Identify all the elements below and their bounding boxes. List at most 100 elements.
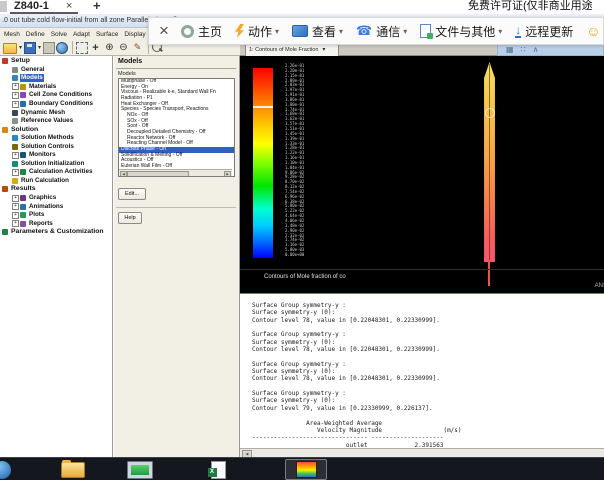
scroll-thumb[interactable] bbox=[127, 171, 189, 177]
tree-expand-icon[interactable] bbox=[12, 152, 19, 159]
console-hscrollbar[interactable]: ◀ bbox=[240, 448, 604, 457]
tree-item-solution-methods[interactable]: Solution Methods bbox=[0, 134, 112, 143]
tree-expand-icon[interactable] bbox=[12, 195, 19, 202]
zoom-in-icon[interactable] bbox=[103, 41, 116, 54]
save-icon[interactable] bbox=[24, 42, 36, 54]
tree-item-graphics[interactable]: Graphics bbox=[0, 194, 112, 203]
plot-caption: Contours of Mole fraction of co bbox=[264, 274, 346, 280]
toolbar-collapse-strip[interactable]: ▦ ∷ ∧ bbox=[497, 44, 604, 56]
remote-close-icon[interactable]: × bbox=[159, 18, 169, 44]
tree-item-label: Run Calculation bbox=[20, 177, 70, 185]
listbox-hscrollbar[interactable]: ◀▶ bbox=[119, 169, 232, 176]
grid-icon[interactable]: ▦ bbox=[506, 45, 514, 55]
new-tab-button[interactable]: + bbox=[93, 0, 101, 13]
tree-item-dynamic-mesh[interactable]: Dynamic Mesh bbox=[0, 108, 112, 117]
start-orb-icon bbox=[0, 461, 11, 479]
tree-item-general[interactable]: General bbox=[0, 66, 112, 75]
tree-item-boundary-conditions[interactable]: Boundary Conditions bbox=[0, 100, 112, 109]
menu-mesh[interactable]: Mesh bbox=[4, 31, 20, 38]
taskbar-remote-viewer-button[interactable] bbox=[116, 459, 164, 480]
probe-icon[interactable] bbox=[131, 41, 144, 54]
tree-expand-icon[interactable] bbox=[12, 92, 19, 99]
tree-item-materials[interactable]: Materials bbox=[0, 83, 112, 92]
graphics-canvas[interactable]: 2.26e-012.20e-012.15e-012.09e-012.03e-01… bbox=[240, 56, 604, 293]
tree-item-parameters-customization[interactable]: Parameters & Customization bbox=[0, 228, 112, 237]
tree-expand-icon[interactable] bbox=[12, 83, 19, 90]
tree-item-results[interactable]: Results bbox=[0, 185, 112, 194]
tree-item-models[interactable]: Models bbox=[0, 74, 112, 83]
tree-item-label: Parameters & Customization bbox=[10, 228, 105, 236]
taskbar-fluent-button[interactable] bbox=[285, 459, 327, 480]
tree-item-calculation-activities[interactable]: Calculation Activities bbox=[0, 168, 112, 177]
scroll-left-arrow-icon[interactable]: ◀ bbox=[120, 171, 127, 177]
menu-define[interactable]: Define bbox=[26, 31, 45, 38]
taskbar-excel-button[interactable]: X bbox=[198, 459, 238, 480]
scroll-left-arrow-icon[interactable]: ◀ bbox=[242, 450, 252, 457]
smiley-icon: ☺ bbox=[586, 23, 600, 39]
remote-toolbar-home[interactable]: 主页 bbox=[181, 23, 222, 40]
menu-adapt[interactable]: Adapt bbox=[73, 31, 90, 38]
remote-toolbar-communication[interactable]: ☎通信▾ bbox=[356, 23, 407, 40]
tree-item-label: Reports bbox=[28, 220, 54, 228]
monitor-icon bbox=[127, 461, 153, 479]
tree-item-label: Solution bbox=[10, 126, 39, 134]
tree-expand-icon[interactable] bbox=[12, 212, 19, 219]
remote-toolbar-remote-update[interactable]: ↓ 远程更新 bbox=[515, 23, 573, 40]
tree-expand-icon[interactable] bbox=[12, 169, 19, 176]
tree-expand-icon[interactable] bbox=[12, 101, 19, 108]
tree-item-icon bbox=[12, 67, 18, 73]
tree-item-reference-values[interactable]: Reference Values bbox=[0, 117, 112, 126]
session-icon[interactable] bbox=[43, 42, 55, 54]
tree-item-cell-zone-conditions[interactable]: Cell Zone Conditions bbox=[0, 91, 112, 100]
chevron-down-icon: ▾ bbox=[498, 27, 502, 36]
tree-item-solution-controls[interactable]: Solution Controls bbox=[0, 142, 112, 151]
edit-button[interactable]: Edit... bbox=[118, 188, 146, 200]
remote-toolbar-smiley[interactable]: ☺ bbox=[586, 23, 600, 39]
tree-item-solution[interactable]: Solution bbox=[0, 125, 112, 134]
tree-item-plots[interactable]: Plots bbox=[0, 211, 112, 220]
menu-solve[interactable]: Solve bbox=[51, 31, 67, 38]
scroll-right-arrow-icon[interactable]: ▶ bbox=[224, 171, 231, 177]
screen: Z840-1 × + 免费许可证(仅非商业用途 .0 out tube cold… bbox=[0, 0, 604, 480]
taskbar-start-orb-button[interactable] bbox=[0, 459, 14, 480]
tree-item-setup[interactable]: Setup bbox=[0, 57, 112, 66]
graphics-tab-label: 1: Contours of Mole Fraction bbox=[246, 47, 318, 53]
fit-view-icon[interactable] bbox=[76, 42, 88, 54]
remote-toolbar-label: 主页 bbox=[198, 23, 222, 40]
tree-item-label: Monitors bbox=[28, 151, 57, 159]
tree-item-monitors[interactable]: Monitors bbox=[0, 151, 112, 160]
taskbar-explorer-button[interactable] bbox=[50, 459, 96, 480]
tab-fragment bbox=[0, 1, 7, 12]
remote-toolbar-files-and-others[interactable]: 文件与其他▾ bbox=[420, 23, 502, 40]
menu-surface[interactable]: Surface bbox=[96, 31, 118, 38]
models-listbox[interactable]: Multiphase - OffEnergy - OnViscous - Rea… bbox=[118, 78, 235, 177]
tree-item-animations[interactable]: Animations bbox=[0, 202, 112, 211]
brand-text: ANS bbox=[595, 283, 604, 289]
colorbar-tick-label: 0.00e+00 bbox=[285, 253, 304, 258]
download-icon: ↓ bbox=[515, 25, 521, 38]
globe-icon[interactable] bbox=[56, 42, 68, 54]
pan-icon[interactable] bbox=[89, 41, 102, 54]
tree-item-label: Graphics bbox=[28, 194, 57, 202]
chevron-up-icon[interactable]: ∧ bbox=[533, 45, 539, 55]
tree-expand-icon[interactable] bbox=[12, 203, 19, 210]
tree-item-run-calculation[interactable]: Run Calculation bbox=[0, 177, 112, 186]
caret-icon[interactable] bbox=[18, 41, 23, 54]
caret-icon[interactable] bbox=[37, 41, 42, 54]
remote-toolbar-label: 通信 bbox=[376, 23, 400, 40]
open-folder-icon[interactable] bbox=[3, 43, 17, 54]
tab-dropdown-icon[interactable]: ▾ bbox=[322, 46, 325, 53]
tree-item-solution-initialization[interactable]: Solution Initialization bbox=[0, 160, 112, 169]
tree-expand-icon[interactable] bbox=[12, 220, 19, 227]
remote-toolbar-view[interactable]: 查看▾ bbox=[292, 23, 343, 40]
zoom-out-icon[interactable] bbox=[117, 41, 130, 54]
remote-toolbar-actions[interactable]: 动作▾ bbox=[235, 23, 279, 40]
tree-item-label: Calculation Activities bbox=[28, 168, 93, 176]
tree-item-reports[interactable]: Reports bbox=[0, 219, 112, 228]
tree-item-icon bbox=[12, 135, 18, 141]
help-button[interactable]: Help bbox=[118, 212, 142, 224]
menu-display[interactable]: Display bbox=[124, 31, 145, 38]
remote-toolbar-label: 远程更新 bbox=[525, 23, 573, 40]
tree-item-icon bbox=[12, 178, 18, 184]
expand-icon[interactable]: ∷ bbox=[521, 45, 526, 55]
